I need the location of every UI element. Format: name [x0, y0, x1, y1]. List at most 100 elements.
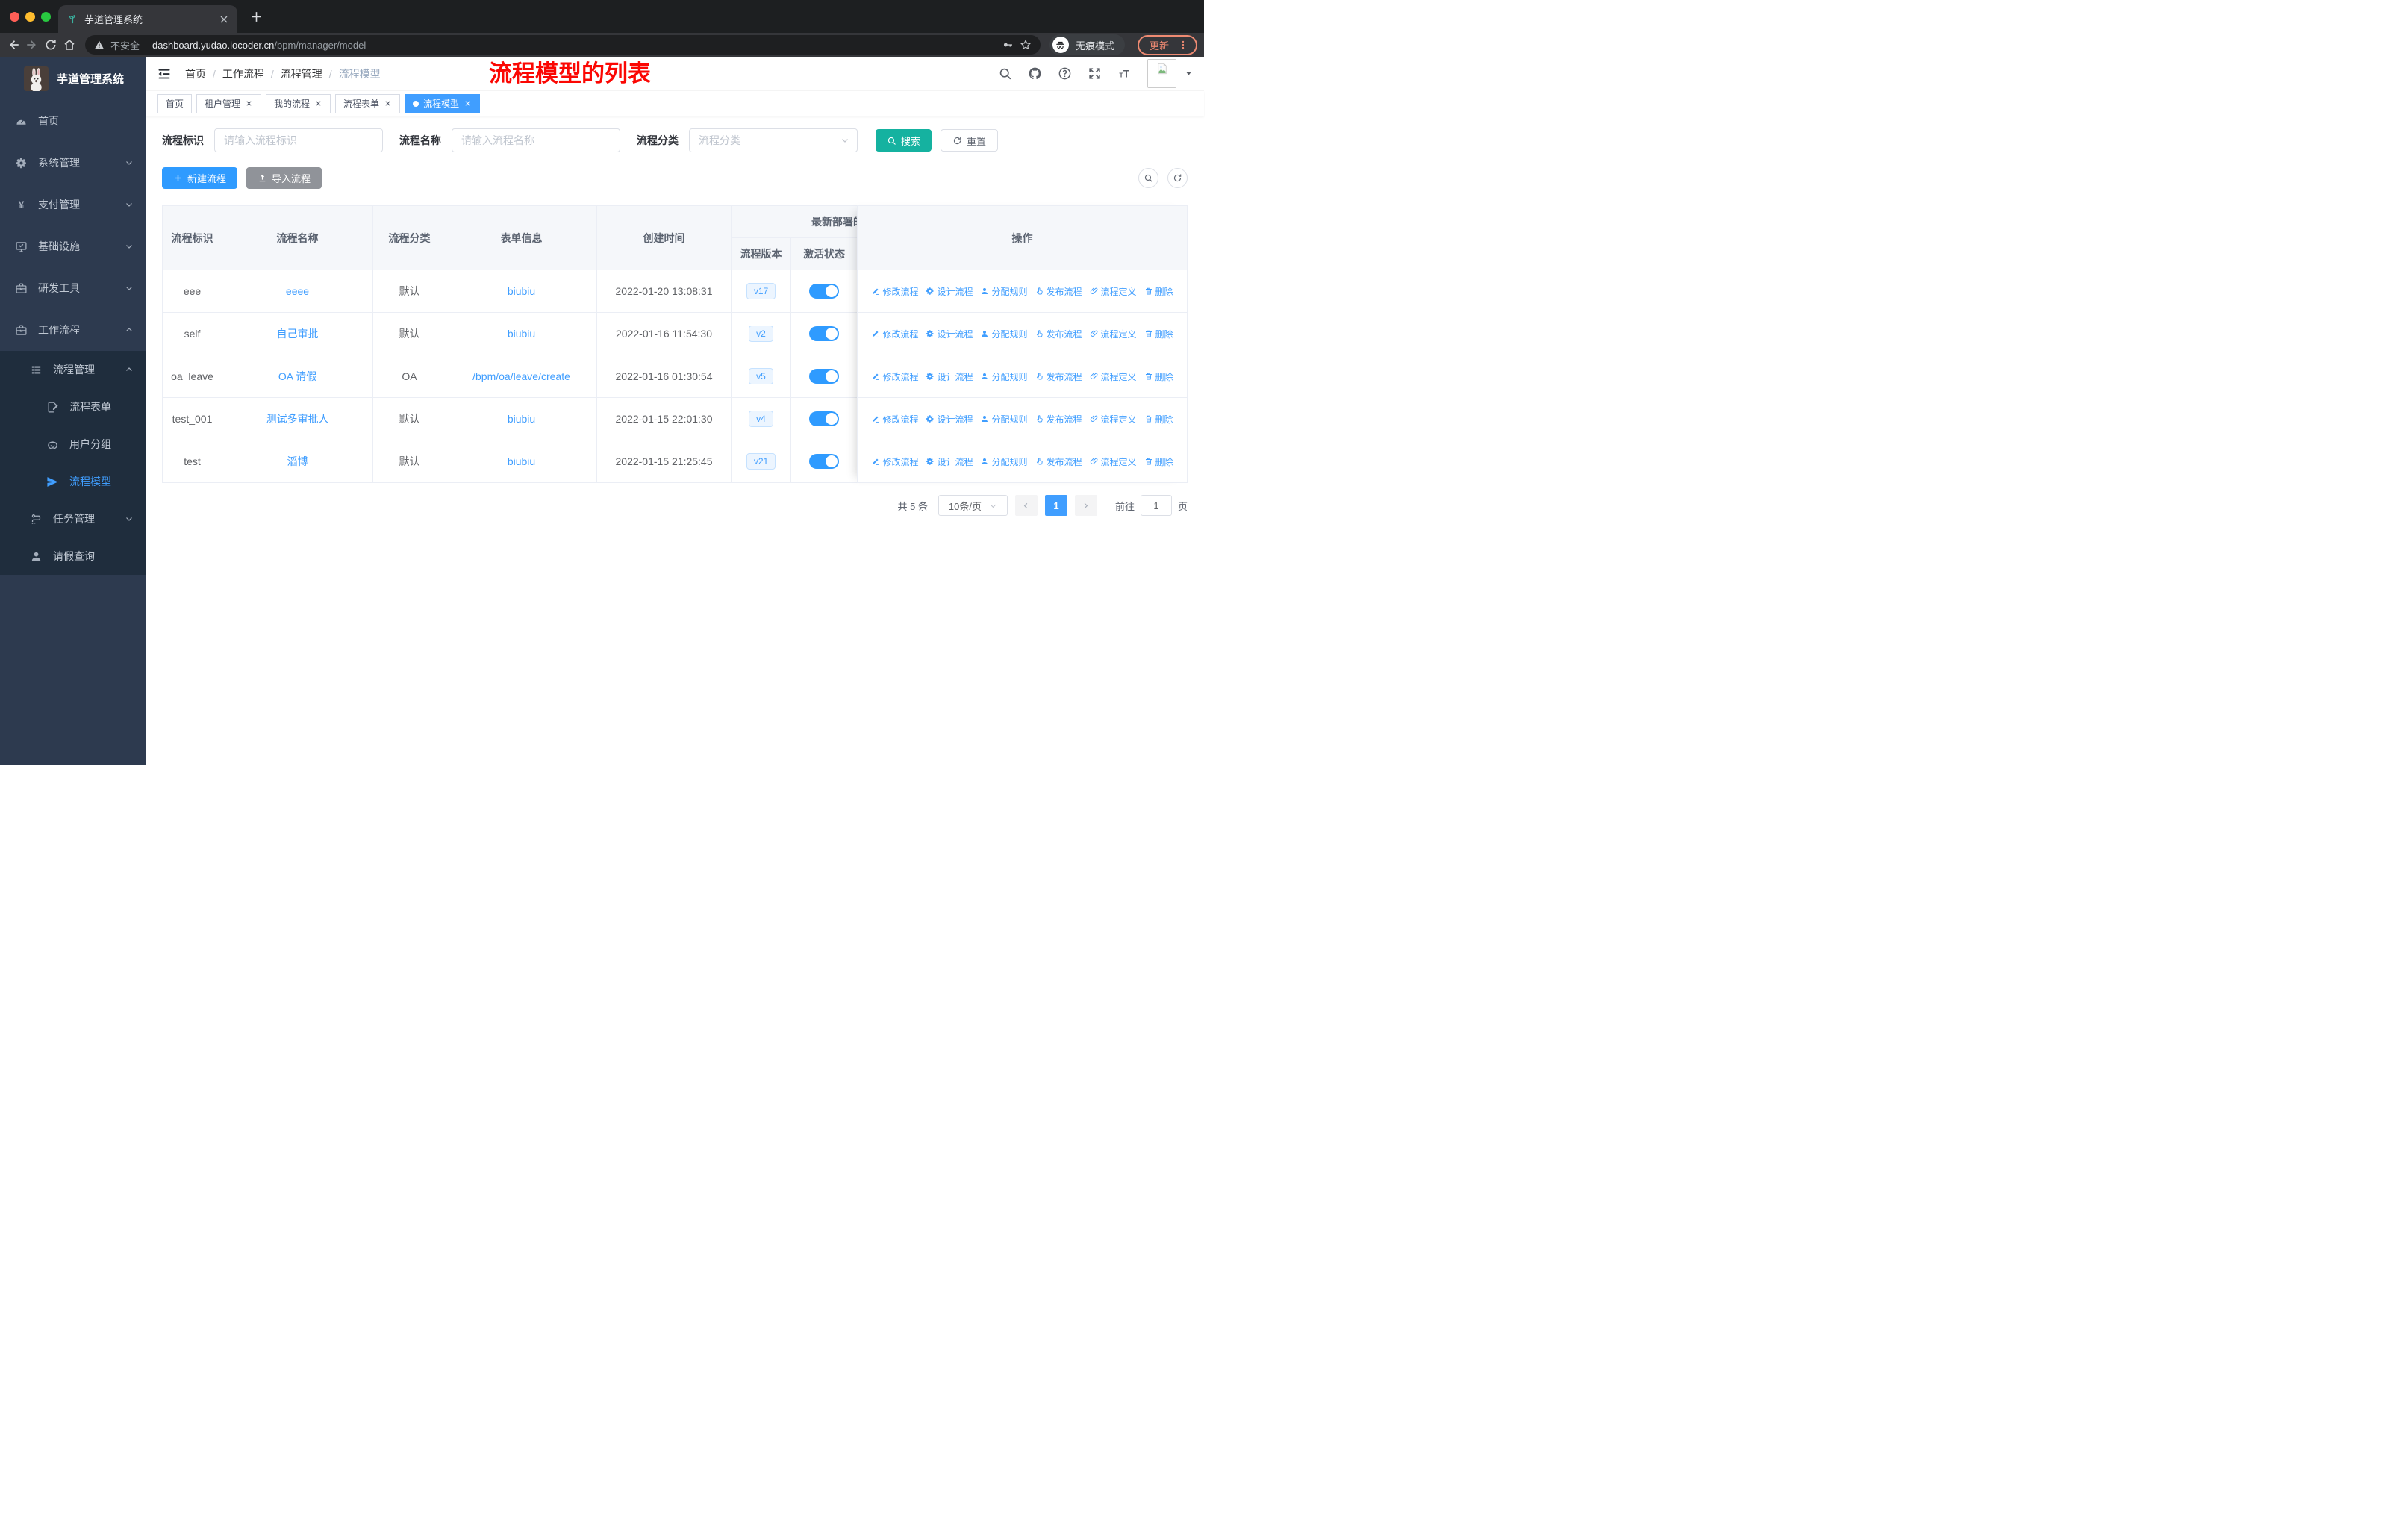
action-gear-small-link[interactable]: 设计流程 — [926, 328, 973, 340]
activation-toggle[interactable] — [809, 326, 839, 341]
back-icon[interactable] — [7, 38, 20, 52]
action-trash-link[interactable]: 删除 — [1144, 370, 1173, 383]
sidebar-item-dashboard[interactable]: 首页 — [0, 100, 146, 142]
breadcrumb-process-mgmt[interactable]: 流程管理 — [281, 66, 322, 81]
process-key-input[interactable] — [214, 128, 383, 152]
activation-toggle[interactable] — [809, 454, 839, 469]
action-user-solid-link[interactable]: 分配规则 — [980, 328, 1028, 340]
github-icon[interactable] — [1028, 66, 1042, 81]
sidebar-item-briefcase[interactable]: 工作流程 — [0, 309, 146, 351]
action-pen-link[interactable]: 修改流程 — [871, 455, 918, 468]
cell-process-name-link[interactable]: 测试多审批人 — [266, 413, 329, 425]
page-size-select[interactable]: 10条/页 — [938, 495, 1008, 516]
action-hand-link[interactable]: 发布流程 — [1035, 328, 1082, 340]
refresh-table-button[interactable] — [1167, 168, 1188, 188]
action-gear-small-link[interactable]: 设计流程 — [926, 455, 973, 468]
action-pen-link[interactable]: 修改流程 — [871, 328, 918, 340]
not-secure-warning-icon[interactable] — [94, 40, 105, 50]
action-paperclip-link[interactable]: 流程定义 — [1090, 328, 1137, 340]
action-paperclip-link[interactable]: 流程定义 — [1090, 285, 1137, 298]
fullscreen-icon[interactable] — [1088, 66, 1102, 81]
goto-page-input[interactable] — [1140, 495, 1172, 516]
url-field[interactable]: 不安全 dashboard.yudao.iocoder.cn/bpm/manag… — [85, 35, 1041, 55]
toggle-search-button[interactable] — [1138, 168, 1158, 188]
create-process-button[interactable]: 新建流程 — [162, 167, 238, 189]
new-tab-icon[interactable] — [249, 10, 263, 24]
action-paperclip-link[interactable]: 流程定义 — [1090, 455, 1137, 468]
update-button[interactable]: 更新 — [1137, 34, 1197, 55]
menu-dots-icon[interactable] — [1178, 40, 1188, 50]
action-hand-link[interactable]: 发布流程 — [1035, 370, 1082, 383]
caret-down-icon[interactable] — [1185, 69, 1193, 78]
cell-process-name-link[interactable]: 滔博 — [287, 455, 308, 467]
action-pen-link[interactable]: 修改流程 — [871, 413, 918, 426]
browser-tab[interactable]: 芋道管理系统 — [58, 5, 237, 33]
process-category-select[interactable]: 流程分类 — [689, 128, 858, 152]
action-trash-link[interactable]: 删除 — [1144, 413, 1173, 426]
sidebar-item-yen[interactable]: ¥ 支付管理 — [0, 184, 146, 225]
sidebar-item-monitor[interactable]: 基础设施 — [0, 225, 146, 267]
action-hand-link[interactable]: 发布流程 — [1035, 413, 1082, 426]
action-gear-small-link[interactable]: 设计流程 — [926, 370, 973, 383]
activation-toggle[interactable] — [809, 369, 839, 384]
tab-close-icon[interactable] — [218, 13, 230, 25]
cell-form-link[interactable]: biubiu — [508, 285, 535, 297]
cell-form-link[interactable]: biubiu — [508, 455, 535, 467]
minimize-window-button[interactable] — [25, 12, 35, 22]
password-key-icon[interactable] — [1002, 39, 1014, 51]
action-paperclip-link[interactable]: 流程定义 — [1090, 413, 1137, 426]
action-user-solid-link[interactable]: 分配规则 — [980, 413, 1028, 426]
breadcrumb-home[interactable]: 首页 — [185, 66, 206, 81]
tag-租户管理[interactable]: 租户管理 — [196, 93, 262, 113]
action-user-solid-link[interactable]: 分配规则 — [980, 370, 1028, 383]
action-hand-link[interactable]: 发布流程 — [1035, 285, 1082, 298]
font-size-icon[interactable]: TT — [1117, 66, 1132, 81]
action-hand-link[interactable]: 发布流程 — [1035, 455, 1082, 468]
cell-process-name-link[interactable]: 自己审批 — [277, 328, 319, 340]
import-process-button[interactable]: 导入流程 — [246, 167, 322, 189]
tag-流程表单[interactable]: 流程表单 — [335, 93, 401, 113]
sidebar-item-briefcase[interactable]: 研发工具 — [0, 267, 146, 309]
close-window-button[interactable] — [10, 12, 19, 22]
page-number-1[interactable]: 1 — [1044, 495, 1067, 516]
activation-toggle[interactable] — [809, 411, 839, 426]
process-name-input[interactable] — [452, 128, 620, 152]
cell-process-name-link[interactable]: eeee — [286, 285, 309, 297]
cell-form-link[interactable]: biubiu — [508, 328, 535, 340]
breadcrumb-workflow[interactable]: 工作流程 — [222, 66, 264, 81]
help-question-icon[interactable] — [1058, 66, 1072, 81]
activation-toggle[interactable] — [809, 284, 839, 299]
tag-close-icon[interactable] — [384, 99, 392, 108]
sidebar-item-gear[interactable]: 系统管理 — [0, 142, 146, 184]
tag-我的流程[interactable]: 我的流程 — [266, 93, 331, 113]
sidebar-item-stream[interactable]: 流程管理 — [0, 351, 146, 388]
action-trash-link[interactable]: 删除 — [1144, 285, 1173, 298]
cell-process-name-link[interactable]: OA 请假 — [278, 370, 316, 382]
search-button[interactable]: 搜索 — [876, 129, 932, 152]
reset-button[interactable]: 重置 — [941, 129, 999, 152]
action-gear-small-link[interactable]: 设计流程 — [926, 285, 973, 298]
home-icon[interactable] — [63, 38, 76, 52]
cell-form-link[interactable]: /bpm/oa/leave/create — [472, 370, 570, 382]
sidebar-item-user[interactable]: 请假查询 — [0, 538, 146, 575]
sidebar-logo[interactable]: 芋道管理系统 — [0, 57, 146, 100]
action-gear-small-link[interactable]: 设计流程 — [926, 413, 973, 426]
tag-流程模型[interactable]: 流程模型 — [405, 93, 481, 113]
user-avatar[interactable] — [1147, 59, 1176, 88]
sidebar-item-doc-edit[interactable]: 流程表单 — [0, 388, 146, 426]
action-trash-link[interactable]: 删除 — [1144, 328, 1173, 340]
tag-close-icon[interactable] — [464, 99, 472, 108]
tag-close-icon[interactable] — [245, 99, 253, 108]
action-paperclip-link[interactable]: 流程定义 — [1090, 370, 1137, 383]
action-pen-link[interactable]: 修改流程 — [871, 285, 918, 298]
bookmark-star-icon[interactable] — [1020, 39, 1032, 51]
tag-首页[interactable]: 首页 — [157, 93, 193, 113]
reload-icon[interactable] — [44, 38, 57, 52]
cell-form-link[interactable]: biubiu — [508, 413, 535, 425]
action-user-solid-link[interactable]: 分配规则 — [980, 285, 1028, 298]
sidebar-item-users[interactable]: 用户分组 — [0, 426, 146, 463]
next-page-button[interactable] — [1074, 495, 1097, 516]
tag-close-icon[interactable] — [314, 99, 322, 108]
search-icon[interactable] — [998, 66, 1012, 81]
sidebar-item-tasks[interactable]: 任务管理 — [0, 500, 146, 538]
